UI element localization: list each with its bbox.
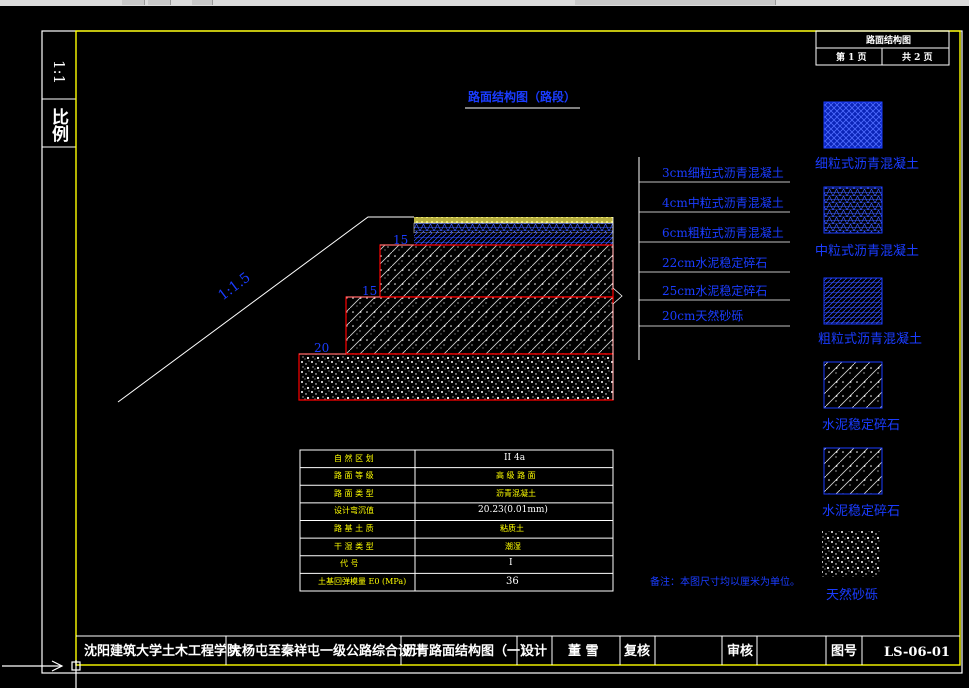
drawing-note: 备注：本图尺寸均以厘米为单位。: [650, 577, 800, 588]
dim-top: 15: [393, 233, 409, 247]
title-design-label: 设计: [521, 644, 548, 659]
title-project: 大杨屯至秦祥屯一级公路综合设计: [229, 644, 425, 659]
cad-drawing-canvas[interactable]: [0, 6, 969, 688]
legend-swatch-cement-gravel-a: [823, 361, 883, 409]
layer-label-3: 6cm粗粒式沥青混凝土: [662, 226, 784, 240]
param-value: 高 级 路 面: [496, 471, 536, 480]
title-approve-label: 审核: [727, 644, 754, 659]
param-key: 路 基 土 质: [334, 524, 374, 533]
dim-mid: 15: [362, 284, 378, 298]
layer-coarse-asphalt: [414, 233, 613, 245]
layer-label-5: 25cm水泥稳定碎石: [662, 284, 768, 298]
legend-label-cement-gravel-b: 水泥稳定碎石: [822, 504, 901, 519]
title-school: 沈阳建筑大学土木工程学院: [84, 644, 241, 659]
legend-swatch-cement-gravel-b: [823, 447, 883, 495]
title-review-label: 复核: [624, 644, 651, 659]
param-key: 路 面 类 型: [334, 489, 374, 498]
layer-label-1: 3cm细粒式沥青混凝土: [662, 166, 784, 180]
param-value: 20.23(0.01mm): [478, 505, 548, 515]
layer-cement-gravel-22: [379, 244, 614, 298]
title-drawing-name: 沥青路面结构图（一）: [403, 644, 534, 659]
layer-cement-gravel-25: [345, 296, 614, 355]
legend-swatch-fine-asphalt: [823, 101, 883, 149]
param-value: 粘质土: [500, 524, 524, 533]
dim-bottom: 20: [314, 341, 330, 355]
title-designer: 董 雪: [568, 644, 599, 659]
param-value: I: [509, 558, 513, 568]
layer-label-6: 20cm天然砂砾: [662, 309, 744, 323]
legend-label-coarse-asphalt: 粗粒式沥青混凝土: [818, 332, 923, 347]
param-key: 设计弯沉值: [334, 506, 374, 515]
param-value: II 4a: [504, 453, 526, 463]
legend-label-medium-asphalt: 中粒式沥青混凝土: [815, 244, 920, 259]
toolbar-tab[interactable]: [575, 0, 776, 5]
param-key: 自 然 区 划: [334, 454, 374, 463]
legend-swatch-natural-sand-gravel: [822, 531, 880, 577]
legend-label-cement-gravel-a: 水泥稳定碎石: [822, 418, 901, 433]
layer-medium-asphalt: [413, 222, 614, 234]
page-current: 第 1 页: [836, 53, 867, 63]
legend-swatch-coarse-asphalt: [823, 277, 883, 325]
layer-label-4: 22cm水泥稳定碎石: [662, 256, 768, 270]
toolbar-tab[interactable]: [122, 0, 145, 5]
drawing-title: 路面结构图（路段）: [468, 90, 577, 104]
layer-label-2: 4cm中粒式沥青混凝土: [662, 196, 784, 210]
page-total: 共 2 页: [902, 53, 933, 63]
page-box-title: 路面结构图: [866, 36, 912, 46]
param-value: 潮湿: [505, 542, 521, 551]
title-drawing-no-label: 图号: [831, 644, 858, 659]
layer-fine-asphalt: [414, 217, 613, 223]
param-value: 36: [506, 576, 519, 587]
ucs-icon: [2, 660, 81, 688]
param-key: 干 湿 类 型: [334, 542, 374, 551]
param-key: 路 面 等 级: [334, 471, 374, 480]
legend-swatch-medium-asphalt: [823, 186, 883, 234]
toolbar-tab[interactable]: [192, 0, 213, 5]
scale-value: 1:1: [50, 60, 68, 85]
title-drawing-no: LS-06-01: [884, 645, 950, 660]
param-key: 代 号: [340, 559, 359, 568]
param-value: 沥青混凝土: [496, 489, 536, 498]
layer-natural-sand-gravel: [298, 353, 614, 401]
break-line: [612, 217, 623, 400]
toolbar-tab[interactable]: [148, 0, 171, 5]
legend-label-fine-asphalt: 细粒式沥青混凝土: [815, 157, 920, 172]
scale-label: 比例: [48, 108, 68, 142]
param-key: 土基回弹模量 E0 (MPa): [318, 577, 407, 586]
legend-label-natural-sand-gravel: 天然砂砾: [826, 588, 879, 603]
